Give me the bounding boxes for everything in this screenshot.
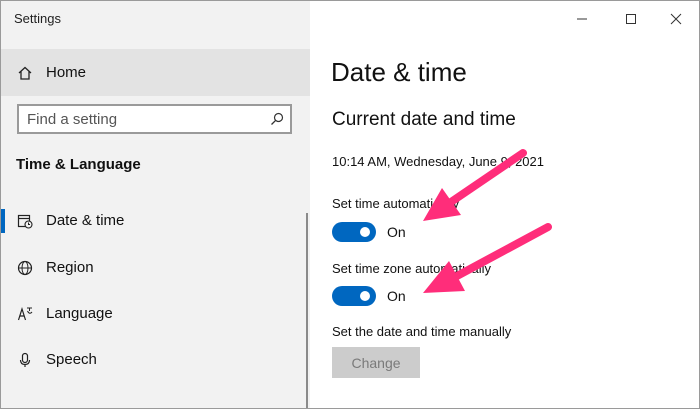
page-title: Date & time	[331, 57, 467, 87]
language-icon	[17, 307, 33, 321]
sidebar-item-label: Speech	[46, 351, 97, 368]
toggle-knob	[360, 291, 370, 301]
home-icon	[18, 66, 32, 80]
sidebar-item-home[interactable]: Home	[1, 49, 310, 96]
sidebar-scrollbar[interactable]	[306, 213, 308, 408]
set-time-auto-toggle[interactable]	[332, 222, 376, 242]
settings-window: Settings Home Time & Language Date &	[0, 0, 700, 409]
toggle-state: On	[387, 224, 406, 240]
sidebar-item-date-time[interactable]: Date & time	[1, 201, 310, 241]
sidebar-section-title: Time & Language	[16, 156, 141, 173]
set-timezone-auto-toggle[interactable]	[332, 286, 376, 306]
set-time-auto-label: Set time automatically	[332, 196, 460, 211]
sidebar-item-label: Region	[46, 259, 94, 276]
toggle-knob	[360, 227, 370, 237]
window-title: Settings	[14, 11, 61, 26]
sidebar-item-label: Home	[46, 64, 87, 81]
sidebar-item-label: Language	[46, 305, 113, 322]
selected-indicator	[1, 209, 5, 233]
maximize-icon[interactable]	[617, 5, 645, 33]
minimize-icon[interactable]	[568, 5, 596, 33]
toggle-state: On	[387, 288, 406, 304]
sidebar: Settings Home Time & Language Date &	[1, 1, 310, 408]
date-time-icon	[17, 214, 33, 229]
manual-datetime-label: Set the date and time manually	[332, 324, 512, 339]
close-icon[interactable]	[662, 5, 690, 33]
search-icon[interactable]	[270, 112, 284, 126]
section-title: Current date and time	[332, 109, 516, 130]
sidebar-item-speech[interactable]: Speech	[1, 340, 310, 380]
current-datetime: 10:14 AM, Wednesday, June 9, 2021	[332, 154, 544, 169]
search-input[interactable]	[27, 110, 257, 128]
microphone-icon	[19, 352, 31, 367]
sidebar-item-region[interactable]: Region	[1, 248, 310, 288]
sidebar-item-label: Date & time	[46, 212, 125, 229]
globe-icon	[17, 260, 33, 276]
search-box[interactable]	[17, 104, 292, 134]
change-button[interactable]: Change	[332, 347, 420, 378]
main-content: Date & time Current date and time 10:14 …	[310, 1, 699, 408]
set-timezone-auto-label: Set time zone automatically	[332, 261, 491, 276]
sidebar-item-language[interactable]: Language	[1, 294, 310, 334]
